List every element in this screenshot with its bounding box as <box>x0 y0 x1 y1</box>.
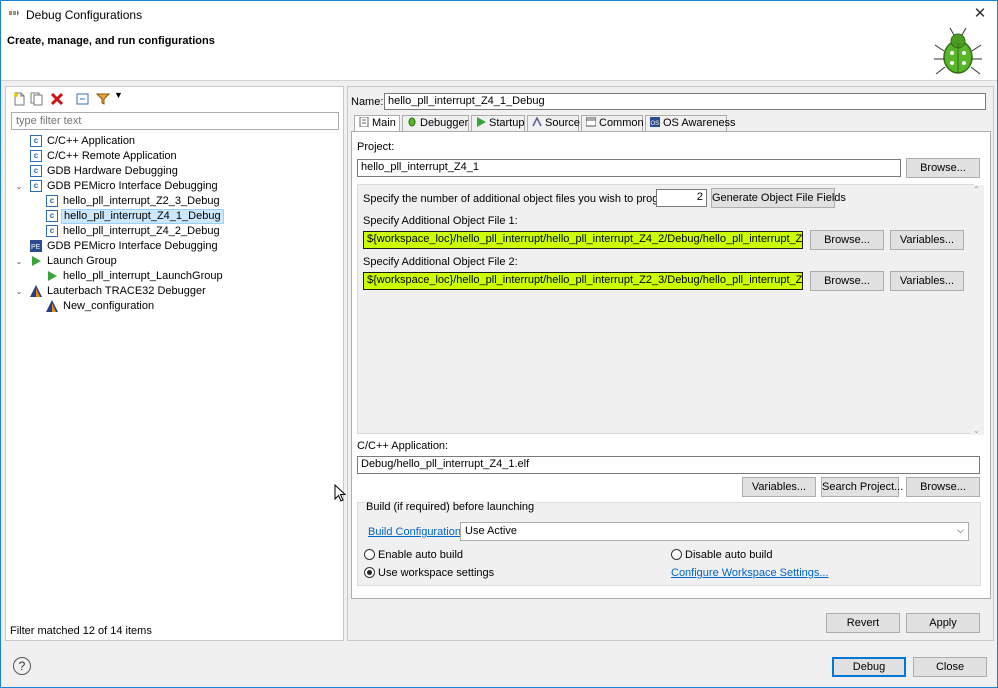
disable-auto-build-label: Disable auto build <box>685 549 773 561</box>
os-awareness-icon: OS <box>650 117 660 127</box>
close-button[interactable]: Close <box>913 657 987 677</box>
launch-icon <box>32 256 41 266</box>
c-app-icon: c <box>30 150 42 162</box>
name-label: Name: <box>351 96 384 108</box>
project-label: Project: <box>357 141 395 153</box>
source-icon <box>532 117 542 127</box>
tab-os-awareness[interactable]: OS OS Awareness <box>645 115 736 131</box>
use-workspace-settings-label: Use workspace settings <box>378 567 495 579</box>
use-workspace-settings-radio[interactable] <box>364 567 375 578</box>
trace32-icon <box>46 300 58 312</box>
configure-workspace-settings-link[interactable]: Configure Workspace Settings... <box>671 567 829 579</box>
debug-configurations-window: Debug Configurations ✕ Create, manage, a… <box>0 0 998 688</box>
object-file-2-variables-button[interactable]: Variables... <box>890 271 964 291</box>
disable-auto-build-radio[interactable] <box>671 549 682 560</box>
debug-app-icon <box>9 10 19 16</box>
tab-startup[interactable]: Startup <box>471 115 525 131</box>
dialog-header: Create, manage, and run configurations <box>1 27 997 81</box>
bug-icon <box>934 27 982 75</box>
common-icon <box>586 117 596 127</box>
debug-button[interactable]: Debug <box>832 657 906 677</box>
object-file-1-variables-button[interactable]: Variables... <box>890 230 964 250</box>
window-title: Debug Configurations <box>26 8 143 22</box>
main-tab-panel: Project: hello_pll_interrupt_Z4_1 Browse… <box>351 131 991 599</box>
object-file-1-field[interactable]: ${workspace_loc}/hello_pll_interrupt/hel… <box>363 231 803 249</box>
configuration-editor-pane: Name: hello_pll_interrupt_Z4_1_Debug Mai… <box>347 86 994 641</box>
c-app-icon: c <box>46 210 58 222</box>
project-browse-button[interactable]: Browse... <box>906 158 980 178</box>
tab-main[interactable]: Main <box>354 115 400 132</box>
help-icon[interactable]: ? <box>13 657 31 675</box>
object-file-1-label: Specify Additional Object File 1: <box>363 215 518 227</box>
tab-source[interactable]: Source <box>527 115 580 131</box>
vertical-scrollbar[interactable]: ⌃ ⌄ <box>970 185 984 435</box>
c-app-icon: c <box>30 135 42 147</box>
header-title: Create, manage, and run configurations <box>7 35 215 47</box>
build-configuration-link[interactable]: Build Configuration: <box>368 526 464 538</box>
tab-common[interactable]: Common <box>581 115 644 131</box>
select-chevron-down-icon: ⌵ <box>957 525 964 535</box>
configuration-list-pane: ▼ c C/C++ Application c C/C++ Remote App… <box>5 86 344 641</box>
object-file-2-label: Specify Additional Object File 2: <box>363 256 518 268</box>
c-app-icon: c <box>46 195 58 207</box>
app-variables-button[interactable]: Variables... <box>742 477 816 497</box>
build-group-title: Build (if required) before launching <box>364 501 537 513</box>
build-configuration-select[interactable]: Use Active ⌵ <box>460 522 969 541</box>
object-count-field[interactable]: 2 <box>656 189 707 207</box>
c-application-label: C/C++ Application: <box>357 440 449 452</box>
filter-icon[interactable] <box>96 92 110 106</box>
launch-icon <box>48 271 57 281</box>
search-project-button[interactable]: Search Project... <box>821 477 903 497</box>
enable-auto-build-label: Enable auto build <box>378 549 464 561</box>
startup-play-icon <box>477 117 486 127</box>
c-app-icon: c <box>30 165 42 177</box>
duplicate-icon[interactable] <box>30 92 44 106</box>
apply-button[interactable]: Apply <box>906 613 980 633</box>
expand-chevron-down-icon[interactable]: ⌄ <box>14 254 24 269</box>
main-tab-icon <box>359 117 369 127</box>
expand-chevron-down-icon[interactable]: ⌄ <box>14 179 24 194</box>
collapse-all-icon[interactable] <box>76 92 90 106</box>
object-file-1-browse-button[interactable]: Browse... <box>810 230 884 250</box>
scroll-up-chevron-icon[interactable]: ⌃ <box>973 185 980 194</box>
debugger-bug-icon <box>408 117 416 127</box>
expand-chevron-down-icon[interactable]: ⌄ <box>14 284 24 299</box>
tab-debugger[interactable]: Debugger <box>402 115 469 131</box>
object-files-group: Specify the number of additional object … <box>357 184 984 435</box>
scroll-down-chevron-icon[interactable]: ⌄ <box>973 426 980 435</box>
generate-object-file-fields-button[interactable]: Generate Object File Fields <box>711 188 846 208</box>
filter-input[interactable] <box>11 112 339 130</box>
object-file-2-browse-button[interactable]: Browse... <box>810 271 884 291</box>
app-browse-button[interactable]: Browse... <box>906 477 980 497</box>
name-field[interactable]: hello_pll_interrupt_Z4_1_Debug <box>384 93 986 110</box>
new-configuration-icon[interactable] <box>12 92 26 106</box>
enable-auto-build-radio[interactable] <box>364 549 375 560</box>
trace32-icon <box>30 285 42 297</box>
pe-icon: PE <box>30 240 42 252</box>
filter-status: Filter matched 12 of 14 items <box>10 625 152 637</box>
c-app-icon: c <box>30 180 42 192</box>
delete-icon[interactable] <box>50 92 64 106</box>
mouse-pointer-icon <box>334 484 346 502</box>
build-group: Build (if required) before launching Bui… <box>357 501 981 586</box>
specify-count-label: Specify the number of additional object … <box>363 193 681 205</box>
project-field[interactable]: hello_pll_interrupt_Z4_1 <box>357 159 901 177</box>
c-app-icon: c <box>46 225 58 237</box>
filter-menu-chevron-down-icon[interactable]: ▼ <box>114 90 128 104</box>
title-bar: Debug Configurations ✕ <box>1 1 997 27</box>
object-file-2-field[interactable]: ${workspace_loc}/hello_pll_interrupt/hel… <box>363 272 803 290</box>
svg-text:PE: PE <box>31 244 41 251</box>
close-icon[interactable]: ✕ <box>963 1 997 27</box>
c-application-field[interactable]: Debug/hello_pll_interrupt_Z4_1.elf <box>357 456 980 474</box>
svg-text:OS: OS <box>651 121 660 127</box>
revert-button[interactable]: Revert <box>826 613 900 633</box>
